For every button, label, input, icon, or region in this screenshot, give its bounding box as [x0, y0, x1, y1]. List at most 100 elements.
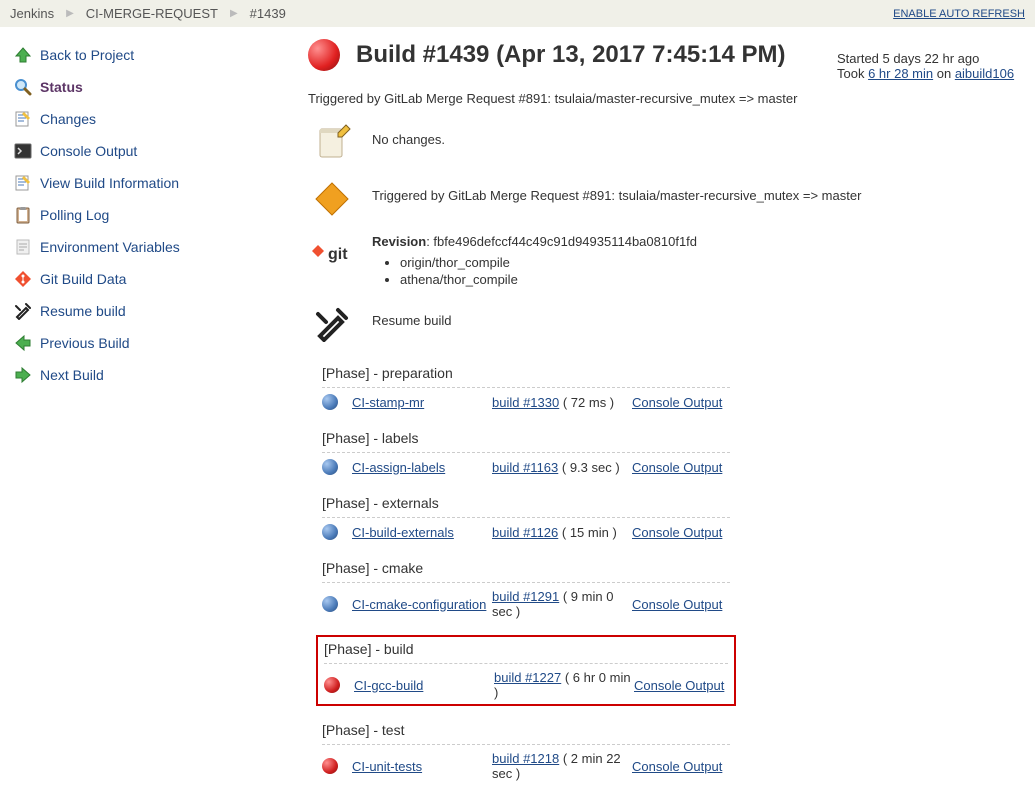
sidebar: Back to Project Status Changes Console Outp…: [0, 39, 290, 805]
phase-row: CI-stamp-mr build #1330 ( 72 ms ) Console …: [322, 394, 730, 410]
status-ball-blue-icon: [322, 394, 338, 410]
phase-job-link[interactable]: CI-build-externals: [352, 525, 454, 540]
breadcrumb-jenkins[interactable]: Jenkins: [10, 6, 54, 21]
phase-title: [Phase] - labels: [322, 430, 730, 446]
breadcrumb-project[interactable]: CI-MERGE-REQUEST: [86, 6, 218, 21]
changes-row: No changes.: [308, 118, 1017, 168]
sidebar-item-previous-build[interactable]: Previous Build: [12, 327, 280, 359]
phase-job-link[interactable]: CI-assign-labels: [352, 460, 445, 475]
phase-title: [Phase] - preparation: [322, 365, 730, 381]
took-on: on: [933, 66, 955, 81]
phase-duration: ( 72 ms ): [559, 395, 614, 410]
notes-icon: [12, 172, 34, 194]
diamond-icon: [308, 178, 356, 220]
phase-build-link[interactable]: build #1163: [492, 460, 558, 475]
phase-row: CI-gcc-buildbuild #1227 ( 6 hr 0 min )Co…: [324, 670, 728, 700]
git-icon: [12, 268, 34, 290]
phase-title: [Phase] - cmake: [322, 560, 730, 576]
sidebar-item-changes[interactable]: Changes: [12, 103, 280, 135]
started-text: Started 5 days 22 hr ago: [837, 51, 1017, 66]
triggered-by-text: Triggered by GitLab Merge Request #891: …: [308, 91, 1017, 106]
magnifier-icon: [12, 76, 34, 98]
status-ball-blue-icon: [322, 459, 338, 475]
phase-console-output-link[interactable]: Console Output: [632, 759, 722, 774]
sidebar-item-label[interactable]: Back to Project: [40, 47, 134, 63]
enable-auto-refresh-link[interactable]: ENABLE AUTO REFRESH: [893, 8, 1025, 20]
console-icon: [12, 140, 34, 162]
git-icon: git: [308, 234, 356, 276]
clipboard-icon: [12, 204, 34, 226]
notes-icon: [12, 108, 34, 130]
phase-row: CI-assign-labels build #1163 ( 9.3 sec ) C…: [322, 459, 730, 475]
phase-title: [Phase] - externals: [322, 495, 730, 511]
separator: [322, 744, 730, 745]
phase-build-link[interactable]: build #1227: [494, 670, 561, 685]
resume-row: Resume build: [308, 299, 1017, 349]
breadcrumb-build[interactable]: #1439: [250, 6, 286, 21]
sidebar-item-label[interactable]: Changes: [40, 111, 96, 127]
phase-block: [Phase] - testCI-unit-testsbuild #1218 (…: [316, 718, 736, 785]
phase-job-link[interactable]: CI-cmake-configuration: [352, 597, 486, 612]
sidebar-item-label[interactable]: Previous Build: [40, 335, 130, 351]
chevron-right-icon: ▶: [66, 8, 74, 19]
sidebar-item-label[interactable]: Environment Variables: [40, 239, 180, 255]
separator: [322, 582, 730, 583]
phase-title: [Phase] - test: [322, 722, 730, 738]
phase-job-link[interactable]: CI-stamp-mr: [352, 395, 424, 410]
sidebar-item-polling-log[interactable]: Polling Log: [12, 199, 280, 231]
build-meta: Started 5 days 22 hr ago Took 6 hr 28 mi…: [837, 39, 1017, 81]
sidebar-item-label[interactable]: Console Output: [40, 143, 137, 159]
phase-console-output-link[interactable]: Console Output: [632, 597, 722, 612]
phase-console-output-link[interactable]: Console Output: [632, 525, 722, 540]
chevron-right-icon: ▶: [230, 8, 238, 19]
phase-title: [Phase] - build: [324, 641, 728, 657]
triggered-row: Triggered by GitLab Merge Request #891: …: [308, 174, 1017, 224]
phase-block: [Phase] - preparation CI-stamp-mr build #1…: [316, 361, 736, 414]
doc-icon: [12, 236, 34, 258]
up-green-icon: [12, 44, 34, 66]
phase-console-output-link[interactable]: Console Output: [634, 678, 724, 693]
phase-build-link[interactable]: build #1330: [492, 395, 559, 410]
phase-row: CI-unit-testsbuild #1218 ( 2 min 22 sec …: [322, 751, 730, 781]
separator: [322, 452, 730, 453]
phase-duration: ( 9.3 sec ): [558, 460, 619, 475]
phase-console-output-link[interactable]: Console Output: [632, 460, 722, 475]
phase-block: [Phase] - externals CI-build-externals bui…: [316, 491, 736, 544]
phase-job-link[interactable]: CI-unit-tests: [352, 759, 422, 774]
sidebar-item-label[interactable]: View Build Information: [40, 175, 179, 191]
sidebar-item-label[interactable]: Next Build: [40, 367, 104, 383]
breadcrumb: Jenkins ▶ CI-MERGE-REQUEST ▶ #1439: [10, 6, 286, 21]
sidebar-item-label[interactable]: Polling Log: [40, 207, 109, 223]
phase-console-output-link[interactable]: Console Output: [632, 395, 722, 410]
took-duration-link[interactable]: 6 hr 28 min: [868, 66, 933, 81]
no-changes-text: No changes.: [372, 122, 1017, 147]
phase-block: [Phase] - cmake CI-cmake-configuration bui…: [316, 556, 736, 623]
sidebar-item-label[interactable]: Status: [40, 79, 83, 95]
build-node-link[interactable]: aibuild106: [955, 66, 1014, 81]
sidebar-item-back-to-project[interactable]: Back to Project: [12, 39, 280, 71]
status-ball-red-icon: [322, 758, 338, 774]
phase-block: [Phase] - labels CI-assign-labels build #1…: [316, 426, 736, 479]
sidebar-item-view-build-information[interactable]: View Build Information: [12, 167, 280, 199]
sidebar-item-status[interactable]: Status: [12, 71, 280, 103]
sidebar-item-environment-variables[interactable]: Environment Variables: [12, 231, 280, 263]
resume-build-text: Resume build: [372, 303, 1017, 328]
main-content: Build #1439 (Apr 13, 2017 7:45:14 PM) St…: [290, 39, 1035, 805]
phase-build-link[interactable]: build #1291: [492, 589, 559, 604]
sidebar-item-label[interactable]: Resume build: [40, 303, 126, 319]
phase-build-link[interactable]: build #1126: [492, 525, 558, 540]
sidebar-item-next-build[interactable]: Next Build: [12, 359, 280, 391]
left-green-icon: [12, 332, 34, 354]
phase-row: CI-cmake-configurationbuild #1291 ( 9 mi…: [322, 589, 730, 619]
status-ball-red-icon: [308, 39, 340, 71]
revision-label: Revision: [372, 234, 426, 249]
phase-block: [Phase] - buildCI-gcc-buildbuild #1227 (…: [316, 635, 736, 706]
sidebar-item-console-output[interactable]: Console Output: [12, 135, 280, 167]
sidebar-item-resume-build[interactable]: Resume build: [12, 295, 280, 327]
branch-item: athena/thor_compile: [400, 272, 1017, 287]
sidebar-item-git-build-data[interactable]: Git Build Data: [12, 263, 280, 295]
sidebar-item-label[interactable]: Git Build Data: [40, 271, 126, 287]
phase-job-link[interactable]: CI-gcc-build: [354, 678, 423, 693]
tools-icon: [308, 303, 356, 345]
phase-build-link[interactable]: build #1218: [492, 751, 559, 766]
